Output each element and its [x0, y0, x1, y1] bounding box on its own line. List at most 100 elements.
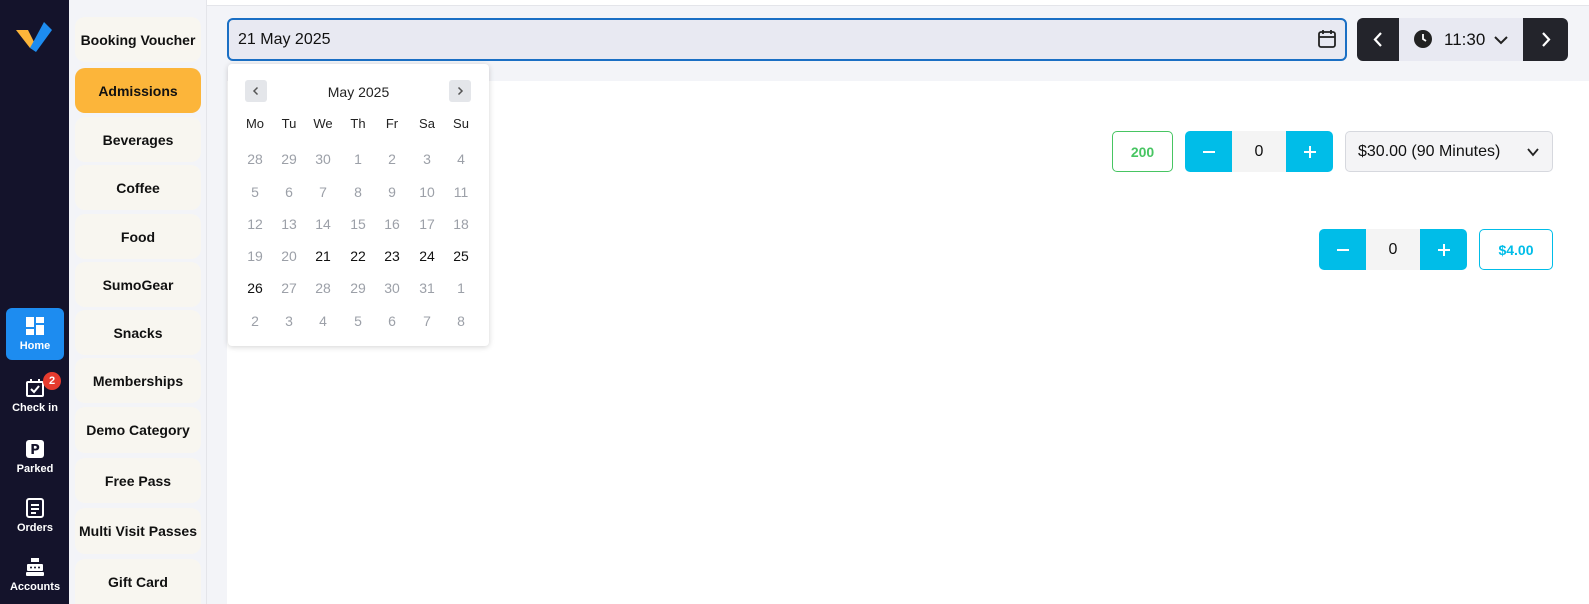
calendar-day[interactable]: 24 [414, 248, 440, 264]
next-time-button[interactable] [1523, 18, 1568, 61]
calendar-day[interactable]: 21 [310, 248, 336, 264]
quantity-value[interactable]: 0 [1366, 229, 1420, 270]
calendar-day: 13 [281, 216, 297, 232]
category-sumogear[interactable]: SumoGear [75, 262, 201, 307]
top-strip [207, 0, 1589, 6]
previous-time-button[interactable] [1357, 18, 1399, 61]
rail-item-orders[interactable]: Orders [6, 490, 64, 542]
weekday-header: Tu [281, 116, 297, 131]
increment-button[interactable] [1420, 229, 1467, 270]
category-multi-visit-passes[interactable]: Multi Visit Passes [75, 508, 201, 554]
weekday-header: Mo [245, 116, 265, 131]
chevron-down-icon [1527, 148, 1539, 157]
calendar-day: 14 [315, 216, 331, 232]
rail-label: Parked [16, 463, 54, 475]
calendar-day[interactable]: 22 [345, 248, 371, 264]
calendar-day[interactable]: 26 [242, 280, 268, 296]
increment-button[interactable] [1286, 131, 1333, 172]
logo-icon [16, 22, 52, 52]
calendar-day: 28 [247, 151, 263, 167]
calendar-day: 3 [423, 151, 431, 167]
calendar-day: 7 [319, 184, 327, 200]
calendar-day[interactable]: 23 [379, 248, 405, 264]
calendar-day: 30 [315, 151, 331, 167]
stock-badge: 200 [1112, 131, 1173, 172]
rail-label: Home [19, 340, 51, 352]
svg-text:P: P [30, 443, 40, 458]
category-gift-card[interactable]: Gift Card [75, 559, 201, 604]
calendar-day: 28 [315, 280, 331, 296]
category-memberships[interactable]: Memberships [75, 358, 201, 403]
category-snacks[interactable]: Snacks [75, 310, 201, 355]
calendar-day: 11 [453, 184, 469, 200]
calendar-day: 30 [384, 280, 400, 296]
rail-label: Accounts [9, 581, 61, 593]
chevron-left-icon [1373, 32, 1382, 47]
calendar-day: 15 [350, 216, 366, 232]
calendar-day: 1 [354, 151, 362, 167]
category-admissions[interactable]: Admissions [75, 68, 201, 113]
rail-item-home[interactable]: Home [6, 308, 64, 360]
weekday-header: We [313, 116, 333, 131]
decrement-button[interactable] [1185, 131, 1232, 172]
calendar-day: 1 [457, 280, 465, 296]
calendar-day: 9 [388, 184, 396, 200]
calendar-day: 7 [423, 313, 431, 329]
previous-month-button[interactable] [245, 80, 267, 102]
rail-label: Check in [12, 402, 58, 414]
plus-icon [1437, 243, 1450, 256]
chevron-left-icon [252, 86, 259, 96]
calendar-day: 17 [419, 216, 435, 232]
calendar-check-icon [26, 379, 44, 397]
calendar-day: 2 [251, 313, 259, 329]
calendar-day: 29 [350, 280, 366, 296]
category-beverages[interactable]: Beverages [75, 117, 201, 162]
time-select[interactable]: 11:30 [1399, 18, 1523, 61]
price-option-value: $30.00 (90 Minutes) [1358, 143, 1501, 160]
rail-item-check-in[interactable]: 2 Check in [6, 370, 64, 422]
date-value: 21 May 2025 [238, 31, 331, 48]
plus-icon [1303, 145, 1316, 158]
calendar-day: 12 [247, 216, 263, 232]
calendar-day: 5 [251, 184, 259, 200]
calendar-day: 6 [388, 313, 396, 329]
category-free-pass[interactable]: Free Pass [75, 458, 201, 503]
category-food[interactable]: Food [75, 214, 201, 259]
category-demo-category[interactable]: Demo Category [75, 407, 201, 453]
calendar-day: 5 [354, 313, 362, 329]
quantity-value[interactable]: 0 [1232, 131, 1286, 172]
calendar-day: 3 [285, 313, 293, 329]
date-input[interactable]: 21 May 2025 [227, 18, 1347, 61]
weekday-header: Th [350, 116, 366, 131]
calendar-day[interactable]: 25 [448, 248, 474, 264]
calendar-day: 20 [281, 248, 297, 264]
chevron-right-icon [457, 86, 464, 96]
datepicker-month-title: May 2025 [327, 84, 390, 100]
calendar-day: 27 [281, 280, 297, 296]
calendar-icon[interactable] [1317, 29, 1337, 49]
category-coffee[interactable]: Coffee [75, 165, 201, 210]
weekday-header: Sa [419, 116, 435, 131]
calendar-day: 19 [247, 248, 263, 264]
parking-icon: P [26, 440, 44, 458]
datepicker-popup: May 2025 Mo Tu We Th Fr Sa Su 28 29 30 1 2 3 4 5 6 7 8 9 10… [228, 64, 489, 346]
calendar-day: 6 [285, 184, 293, 200]
calendar-day: 18 [453, 216, 469, 232]
category-booking-voucher[interactable]: Booking Voucher [75, 17, 201, 62]
next-month-button[interactable] [449, 80, 471, 102]
calendar-day: 4 [457, 151, 465, 167]
decrement-button[interactable] [1319, 229, 1366, 270]
calendar-day: 4 [319, 313, 327, 329]
calendar-day: 8 [354, 184, 362, 200]
receipt-icon [26, 498, 44, 518]
price-badge[interactable]: $4.00 [1479, 229, 1553, 270]
category-list: Booking Voucher Admissions Beverages Cof… [69, 0, 207, 604]
price-option-select[interactable]: $30.00 (90 Minutes) [1345, 131, 1553, 172]
minus-icon [1336, 248, 1349, 251]
rail-item-parked[interactable]: P Parked [6, 431, 64, 483]
calendar-day: 2 [388, 151, 396, 167]
rail-item-accounts[interactable]: Accounts [6, 549, 64, 601]
check-in-count-badge: 2 [43, 372, 61, 390]
weekday-header: Su [453, 116, 469, 131]
rail-label: Orders [16, 522, 54, 534]
